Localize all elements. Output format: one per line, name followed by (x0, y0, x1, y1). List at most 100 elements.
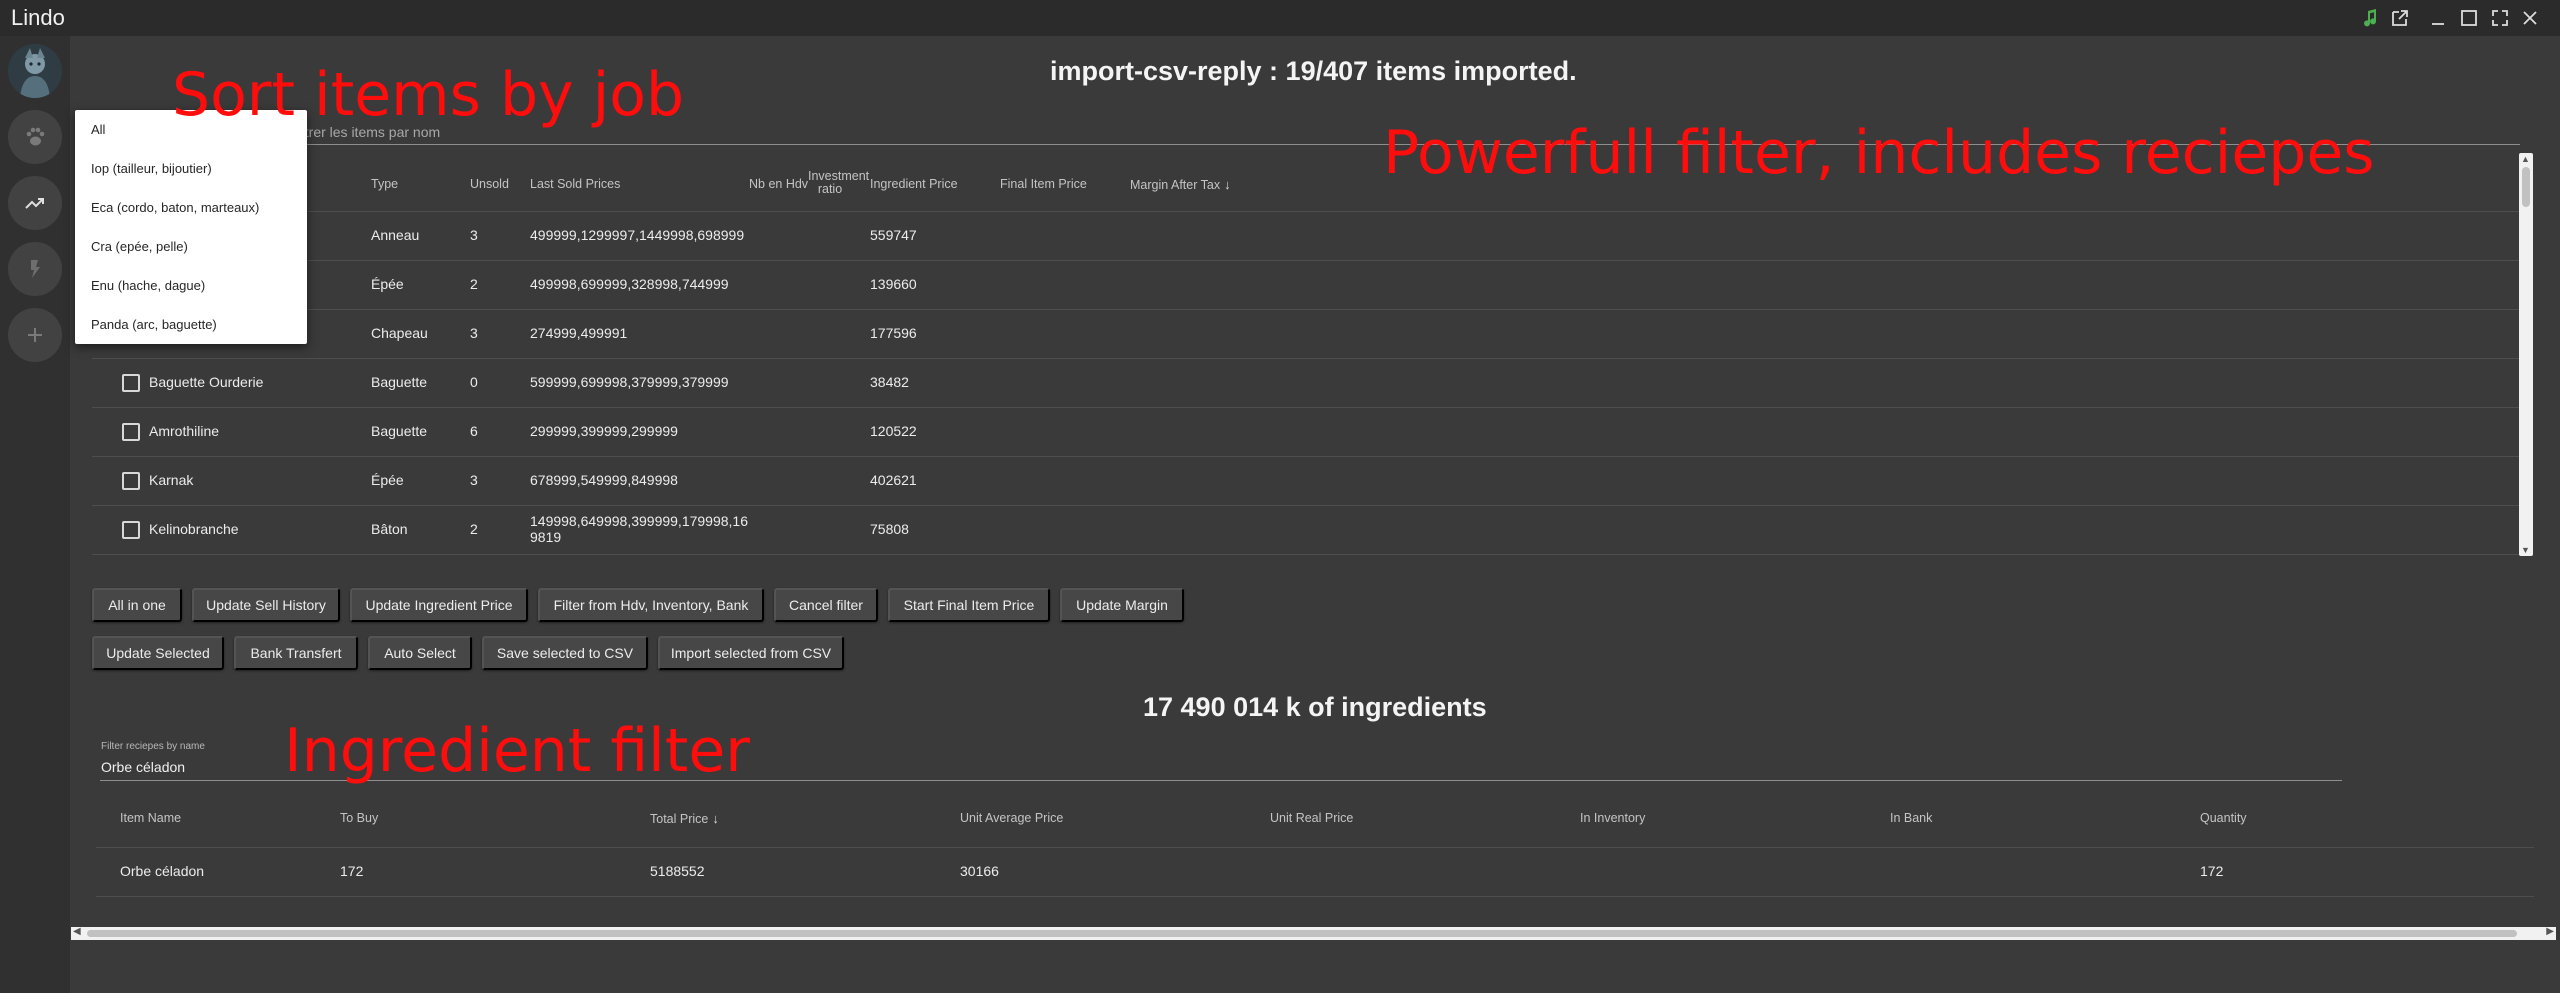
close-icon[interactable] (2518, 6, 2542, 30)
bank-transfert-button[interactable]: Bank Transfert (234, 636, 358, 670)
cell-ingredient-price: 139660 (870, 276, 917, 292)
all-in-one-button[interactable]: All in one (92, 588, 182, 622)
cell-last-sold: 499998,699999,328998,744999 (530, 276, 729, 292)
col-to-buy[interactable]: To Buy (340, 811, 378, 825)
lightning-icon[interactable] (8, 242, 62, 296)
table-row[interactable]: Amrothiline Baguette 6 299999,399999,299… (92, 408, 2522, 457)
cell-ingredient-price: 38482 (870, 374, 909, 390)
col-quantity[interactable]: Quantity (2200, 811, 2247, 825)
items-vertical-scrollbar[interactable]: ▲ ▼ (2519, 153, 2533, 556)
job-filter-dropdown: All Iop (tailleur, bijoutier) Eca (cordo… (75, 110, 307, 344)
cell-unsold: 0 (470, 374, 478, 390)
table-row[interactable]: Épée 2 499998,699999,328998,744999 13966… (92, 261, 2522, 310)
cell-ingredient-price: 559747 (870, 227, 917, 243)
col-investment-ratio[interactable]: Investment ratio (808, 170, 869, 196)
title-bar: Lindo (0, 0, 2560, 36)
cell-last-sold: 599999,699998,379999,379999 (530, 374, 729, 390)
import-selected-csv-button[interactable]: Import selected from CSV (658, 636, 844, 670)
import-status-title: import-csv-reply : 19/407 items imported… (1050, 56, 1577, 86)
job-option-enu[interactable]: Enu (hache, dague) (91, 278, 205, 293)
cell-name: Kelinobranche (149, 521, 239, 537)
update-selected-button[interactable]: Update Selected (92, 636, 224, 670)
col-unit-real-price[interactable]: Unit Real Price (1270, 811, 1353, 825)
cell-unsold: 3 (470, 472, 478, 488)
filter-hdv-inventory-bank-button[interactable]: Filter from Hdv, Inventory, Bank (538, 588, 764, 622)
external-link-icon[interactable] (2388, 6, 2412, 30)
cell-ingredient-price: 75808 (870, 521, 909, 537)
col-unsold[interactable]: Unsold (470, 177, 509, 191)
app-title: Lindo (11, 5, 65, 30)
scroll-thumb[interactable] (87, 930, 2517, 937)
col-nb-en-hdv[interactable]: Nb en Hdv (749, 177, 808, 191)
job-option-cra[interactable]: Cra (epée, pelle) (91, 239, 188, 254)
col-in-bank[interactable]: In Bank (1890, 811, 1932, 825)
cancel-filter-button[interactable]: Cancel filter (774, 588, 878, 622)
update-margin-button[interactable]: Update Margin (1060, 588, 1184, 622)
start-final-item-price-button[interactable]: Start Final Item Price (888, 588, 1050, 622)
cell-name: Baguette Ourderie (149, 374, 264, 390)
ingredients-table: Item Name To Buy Total Price ↓ Unit Avera… (96, 798, 2534, 898)
cell-last-sold: 299999,399999,299999 (530, 423, 678, 439)
cell-type: Épée (371, 472, 404, 488)
cell-last-sold: 149998,649998,399999,179998,169819 (530, 513, 748, 545)
cell-unit-average-price: 30166 (960, 863, 999, 879)
col-last-sold-prices[interactable]: Last Sold Prices (530, 177, 620, 191)
col-unit-average-price[interactable]: Unit Average Price (960, 811, 1063, 825)
row-checkbox[interactable] (122, 521, 140, 539)
cell-type: Bâton (371, 521, 408, 537)
ingredients-table-header: Item Name To Buy Total Price ↓ Unit Avera… (96, 798, 2534, 848)
row-checkbox[interactable] (122, 423, 140, 441)
col-item-name[interactable]: Item Name (120, 811, 181, 825)
save-selected-csv-button[interactable]: Save selected to CSV (482, 636, 648, 670)
cell-type: Épée (371, 276, 404, 292)
cell-unsold: 2 (470, 521, 478, 537)
horizontal-scrollbar[interactable]: ◀ ▶ (71, 926, 2556, 940)
table-row[interactable]: Karnak Épée 3 678999,549999,849998 40262… (92, 457, 2522, 506)
recipe-filter-value: Orbe céladon (101, 759, 186, 775)
cell-unsold: 6 (470, 423, 478, 439)
paw-icon[interactable] (8, 110, 62, 164)
col-in-inventory[interactable]: In Inventory (1580, 811, 1645, 825)
table-row[interactable]: Anneau 3 499999,1299997,1449998,698999 5… (92, 212, 2522, 261)
cell-type: Chapeau (371, 325, 428, 341)
cell-ingredient-price: 177596 (870, 325, 917, 341)
col-type[interactable]: Type (371, 177, 398, 191)
job-option-panda[interactable]: Panda (arc, baguette) (91, 317, 217, 332)
scroll-down-arrow-icon[interactable]: ▼ (2521, 545, 2530, 555)
scroll-thumb[interactable] (2522, 167, 2530, 207)
scroll-left-arrow-icon[interactable]: ◀ (73, 926, 81, 937)
cell-unsold: 2 (470, 276, 478, 292)
table-row[interactable]: Orbe céladon 172 5188552 30166 172 (96, 848, 2534, 897)
music-icon[interactable] (2358, 6, 2382, 30)
row-checkbox[interactable] (122, 472, 140, 490)
table-row[interactable]: Baguette Ourderie Baguette 0 599999,6999… (92, 359, 2522, 408)
col-total-price[interactable]: Total Price ↓ (650, 811, 719, 826)
update-ingredient-price-button[interactable]: Update Ingredient Price (350, 588, 528, 622)
job-option-eca[interactable]: Eca (cordo, baton, marteaux) (91, 200, 259, 215)
cell-to-buy: 172 (340, 863, 364, 879)
col-margin-after-tax[interactable]: Margin After Tax ↓ (1130, 177, 1231, 192)
annotation-ingredient-filter: Ingredient filter (284, 716, 750, 786)
maximize-icon[interactable] (2457, 6, 2481, 30)
ingredients-total: 17 490 014 k of ingredients (1143, 692, 1487, 722)
cell-unsold: 3 (470, 325, 478, 341)
scroll-right-arrow-icon[interactable]: ▶ (2546, 926, 2554, 937)
fullscreen-icon[interactable] (2488, 6, 2512, 30)
col-final-item-price[interactable]: Final Item Price (1000, 177, 1087, 191)
job-option-all[interactable]: All (91, 122, 105, 137)
trending-icon[interactable] (8, 176, 62, 230)
row-checkbox[interactable] (122, 374, 140, 392)
add-icon[interactable] (8, 308, 62, 362)
table-row[interactable]: Chapeau 3 274999,499991 177596 (92, 310, 2522, 359)
col-ingredient-price[interactable]: Ingredient Price (870, 177, 958, 191)
avatar[interactable] (8, 44, 62, 98)
table-row[interactable]: Kelinobranche Bâton 2 149998,649998,3999… (92, 506, 2522, 555)
update-sell-history-button[interactable]: Update Sell History (192, 588, 340, 622)
cell-name: Karnak (149, 472, 194, 488)
minimize-icon[interactable] (2426, 6, 2450, 30)
job-option-iop[interactable]: Iop (tailleur, bijoutier) (91, 161, 212, 176)
annotation-powerful-filter: Powerfull filter, includes reciepes (1383, 118, 2375, 188)
cell-last-sold: 499999,1299997,1449998,698999 (530, 227, 745, 243)
scroll-up-arrow-icon[interactable]: ▲ (2521, 154, 2530, 164)
auto-select-button[interactable]: Auto Select (368, 636, 472, 670)
